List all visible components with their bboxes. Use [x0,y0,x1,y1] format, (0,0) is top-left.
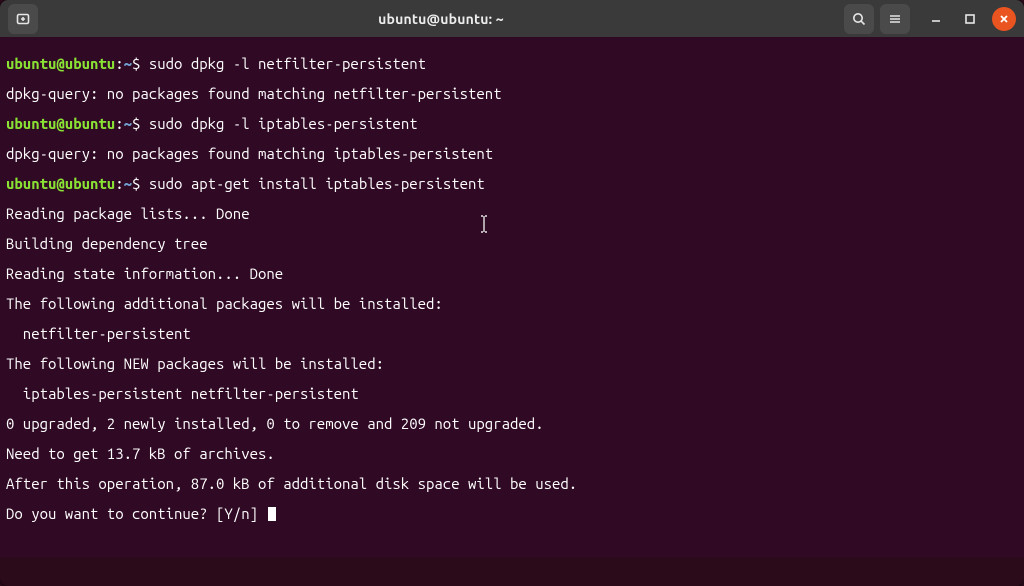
new-tab-button[interactable] [8,4,38,34]
output-line: netfilter-persistent [6,326,1018,341]
prompt-sep-colon: : [115,115,123,132]
output-line: Reading package lists... Done [6,206,1018,221]
prompt-userhost: ubuntu@ubuntu [6,55,115,72]
output-line: The following NEW packages will be insta… [6,356,1018,371]
output-line: Building dependency tree [6,236,1018,251]
window-title: ubuntu@ubuntu: ~ [378,11,504,27]
search-icon [851,11,867,27]
continue-prompt: Do you want to continue? [Y/n] [6,505,266,522]
prompt-path: ~ [124,55,132,72]
minimize-icon [929,12,943,26]
title-bar[interactable]: ubuntu@ubuntu: ~ [0,0,1024,37]
terminal-cursor [268,507,276,521]
new-tab-icon [15,11,31,27]
prompt-userhost: ubuntu@ubuntu [6,175,115,192]
output-line: 0 upgraded, 2 newly installed, 0 to remo… [6,416,1018,431]
minimize-button[interactable] [924,7,948,31]
output-line: Reading state information... Done [6,266,1018,281]
prompt-sep-dollar: $ [132,115,149,132]
prompt-sep-dollar: $ [132,55,149,72]
terminal-window: ubuntu@ubuntu: ~ [0,0,1024,586]
close-button[interactable] [992,7,1016,31]
continue-prompt-line: Do you want to continue? [Y/n] [6,506,1018,521]
command-3: sudo apt-get install iptables-persistent [149,175,485,192]
terminal-viewport[interactable]: ubuntu@ubuntu:~$ sudo dpkg -l netfilter-… [0,37,1024,557]
prompt-userhost: ubuntu@ubuntu [6,115,115,132]
terminal-wrapper: ubuntu@ubuntu:~$ sudo dpkg -l netfilter-… [0,37,1024,586]
output-line: Need to get 13.7 kB of archives. [6,446,1018,461]
command-2: sudo dpkg -l iptables-persistent [149,115,418,132]
output-line: iptables-persistent netfilter-persistent [6,386,1018,401]
menu-button[interactable] [880,4,910,34]
command-1: sudo dpkg -l netfilter-persistent [149,55,426,72]
prompt-sep-dollar: $ [132,175,149,192]
prompt-sep-colon: : [115,175,123,192]
prompt-path: ~ [124,115,132,132]
prompt-path: ~ [124,175,132,192]
output-line: The following additional packages will b… [6,296,1018,311]
window-controls [924,7,1016,31]
hamburger-icon [887,11,903,27]
output-line: dpkg-query: no packages found matching i… [6,146,1018,161]
prompt-line-1: ubuntu@ubuntu:~$ sudo dpkg -l netfilter-… [6,56,1018,71]
maximize-icon [963,12,977,26]
search-button[interactable] [844,4,874,34]
titlebar-left-group [8,4,38,34]
titlebar-right-group [844,4,1016,34]
prompt-sep-colon: : [115,55,123,72]
close-icon [998,13,1010,25]
prompt-line-3: ubuntu@ubuntu:~$ sudo apt-get install ip… [6,176,1018,191]
prompt-line-2: ubuntu@ubuntu:~$ sudo dpkg -l iptables-p… [6,116,1018,131]
maximize-button[interactable] [958,7,982,31]
output-line: After this operation, 87.0 kB of additio… [6,476,1018,491]
output-line: dpkg-query: no packages found matching n… [6,86,1018,101]
